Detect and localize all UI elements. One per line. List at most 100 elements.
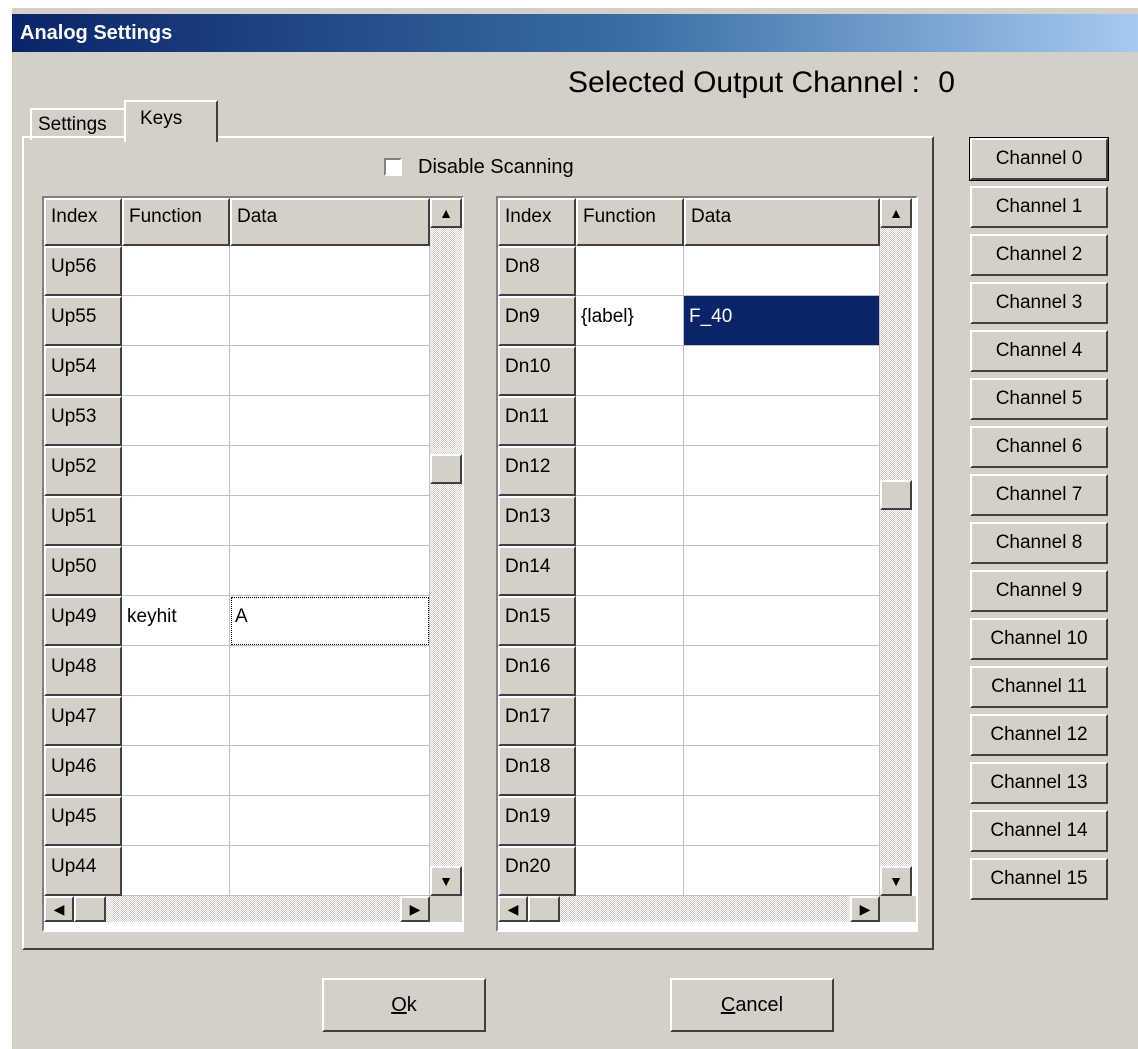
data-cell[interactable]: [230, 246, 430, 296]
channel-8-button[interactable]: Channel 8: [970, 522, 1108, 564]
column-header-index[interactable]: Index: [498, 198, 576, 246]
row-index-header[interactable]: Dn11: [498, 396, 576, 446]
row-index-header[interactable]: Dn15: [498, 596, 576, 646]
channel-13-button[interactable]: Channel 13: [970, 762, 1108, 804]
row-index-header[interactable]: Up53: [44, 396, 122, 446]
column-header-function[interactable]: Function: [576, 198, 684, 246]
scroll-up-icon[interactable]: ▲: [880, 198, 912, 228]
function-cell[interactable]: [122, 846, 230, 896]
ok-button[interactable]: Ok: [322, 978, 486, 1032]
row-index-header[interactable]: Dn20: [498, 846, 576, 896]
function-cell[interactable]: [122, 546, 230, 596]
channel-0-button[interactable]: Channel 0: [969, 137, 1109, 181]
function-cell[interactable]: [122, 696, 230, 746]
scroll-thumb[interactable]: [74, 896, 106, 922]
column-header-index[interactable]: Index: [44, 198, 122, 246]
cancel-button[interactable]: Cancel: [670, 978, 834, 1032]
data-cell[interactable]: [230, 846, 430, 896]
left-key-grid[interactable]: Index Function Data ▲ ▼ ◀ ▶ Up56 Up55 Up54…: [42, 196, 464, 932]
row-index-header[interactable]: Up47: [44, 696, 122, 746]
function-cell[interactable]: [576, 796, 684, 846]
right-key-grid[interactable]: Index Function Data ▲ ▼ ◀ ▶ Dn8 Dn9 {label…: [496, 196, 918, 932]
function-cell[interactable]: [122, 646, 230, 696]
scroll-up-icon[interactable]: ▲: [430, 198, 462, 228]
data-cell[interactable]: [684, 246, 880, 296]
row-index-header[interactable]: Up44: [44, 846, 122, 896]
function-cell[interactable]: [122, 296, 230, 346]
row-index-header[interactable]: Up46: [44, 746, 122, 796]
row-index-header[interactable]: Dn10: [498, 346, 576, 396]
data-cell[interactable]: [684, 796, 880, 846]
function-cell[interactable]: [122, 246, 230, 296]
row-index-header[interactable]: Up54: [44, 346, 122, 396]
data-cell[interactable]: [684, 746, 880, 796]
function-cell[interactable]: [576, 496, 684, 546]
channel-11-button[interactable]: Channel 11: [970, 666, 1108, 708]
data-cell[interactable]: [684, 546, 880, 596]
data-cell[interactable]: [684, 346, 880, 396]
function-cell[interactable]: [576, 696, 684, 746]
row-index-header[interactable]: Dn18: [498, 746, 576, 796]
column-header-data[interactable]: Data: [230, 198, 430, 246]
channel-6-button[interactable]: Channel 6: [970, 426, 1108, 468]
function-cell[interactable]: [576, 646, 684, 696]
data-cell[interactable]: [230, 346, 430, 396]
column-header-function[interactable]: Function: [122, 198, 230, 246]
scroll-right-icon[interactable]: ▶: [400, 896, 430, 922]
data-cell[interactable]: [230, 396, 430, 446]
function-cell[interactable]: [576, 346, 684, 396]
title-bar[interactable]: Analog Settings: [12, 14, 1138, 52]
row-index-header[interactable]: Up49: [44, 596, 122, 646]
data-cell[interactable]: A: [230, 596, 430, 646]
function-cell[interactable]: [576, 596, 684, 646]
channel-14-button[interactable]: Channel 14: [970, 810, 1108, 852]
row-index-header[interactable]: Up45: [44, 796, 122, 846]
row-index-header[interactable]: Dn13: [498, 496, 576, 546]
row-index-header[interactable]: Up56: [44, 246, 122, 296]
function-cell[interactable]: [576, 246, 684, 296]
function-cell[interactable]: [576, 396, 684, 446]
function-cell[interactable]: {label}: [576, 296, 684, 346]
scroll-left-icon[interactable]: ◀: [498, 896, 528, 922]
function-cell[interactable]: keyhit: [122, 596, 230, 646]
function-cell[interactable]: [122, 346, 230, 396]
row-index-header[interactable]: Up52: [44, 446, 122, 496]
row-index-header[interactable]: Up48: [44, 646, 122, 696]
data-cell[interactable]: [684, 696, 880, 746]
data-cell[interactable]: [230, 796, 430, 846]
data-cell[interactable]: [230, 496, 430, 546]
data-cell[interactable]: [684, 496, 880, 546]
data-cell[interactable]: [230, 546, 430, 596]
channel-10-button[interactable]: Channel 10: [970, 618, 1108, 660]
row-index-header[interactable]: Up55: [44, 296, 122, 346]
channel-7-button[interactable]: Channel 7: [970, 474, 1108, 516]
function-cell[interactable]: [122, 496, 230, 546]
data-cell[interactable]: [684, 396, 880, 446]
row-index-header[interactable]: Dn17: [498, 696, 576, 746]
row-index-header[interactable]: Dn19: [498, 796, 576, 846]
row-index-header[interactable]: Up51: [44, 496, 122, 546]
channel-1-button[interactable]: Channel 1: [970, 186, 1108, 228]
data-cell[interactable]: [230, 296, 430, 346]
row-index-header[interactable]: Up50: [44, 546, 122, 596]
channel-9-button[interactable]: Channel 9: [970, 570, 1108, 612]
data-cell[interactable]: [230, 446, 430, 496]
channel-5-button[interactable]: Channel 5: [970, 378, 1108, 420]
scroll-right-icon[interactable]: ▶: [850, 896, 880, 922]
data-cell[interactable]: [684, 596, 880, 646]
data-cell[interactable]: [230, 696, 430, 746]
right-horizontal-scrollbar[interactable]: ◀ ▶: [498, 896, 880, 922]
function-cell[interactable]: [576, 446, 684, 496]
function-cell[interactable]: [576, 546, 684, 596]
row-index-header[interactable]: Dn16: [498, 646, 576, 696]
scroll-down-icon[interactable]: ▼: [430, 866, 462, 896]
channel-4-button[interactable]: Channel 4: [970, 330, 1108, 372]
left-vertical-scrollbar[interactable]: ▲ ▼: [430, 198, 462, 896]
row-index-header[interactable]: Dn9: [498, 296, 576, 346]
function-cell[interactable]: [122, 796, 230, 846]
data-cell[interactable]: [684, 846, 880, 896]
channel-3-button[interactable]: Channel 3: [970, 282, 1108, 324]
channel-12-button[interactable]: Channel 12: [970, 714, 1108, 756]
scroll-thumb[interactable]: [528, 896, 560, 922]
data-cell[interactable]: [684, 646, 880, 696]
